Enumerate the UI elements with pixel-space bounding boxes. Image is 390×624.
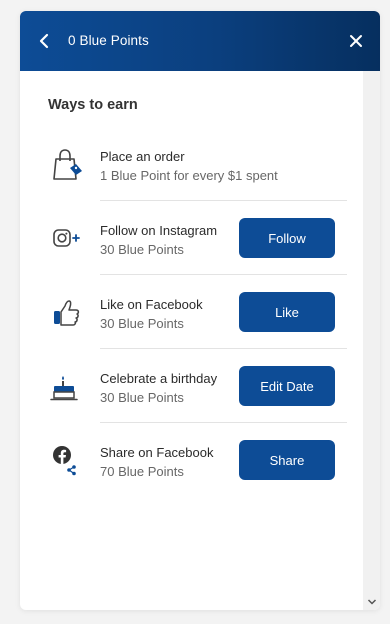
follow-button[interactable]: Follow — [239, 218, 335, 258]
thumbs-up-icon — [54, 300, 80, 326]
earn-points: 1 Blue Point for every $1 spent — [100, 168, 278, 183]
earn-row-facebook-like: Like on Facebook 30 Blue Points Like — [48, 275, 347, 349]
edit-date-button[interactable]: Edit Date — [239, 366, 335, 406]
earn-row-facebook-share: Share on Facebook 70 Blue Points Share — [48, 423, 347, 497]
section-title: Ways to earn — [48, 97, 138, 113]
earn-title: Like on Facebook — [100, 297, 203, 312]
share-button[interactable]: Share — [239, 440, 335, 480]
birthday-cake-icon — [50, 376, 78, 401]
points-balance-title: 0 Blue Points — [68, 33, 149, 48]
earn-title: Celebrate a birthday — [100, 371, 218, 386]
earn-title: Place an order — [100, 149, 185, 164]
earn-points: 70 Blue Points — [100, 464, 184, 479]
earn-points: 30 Blue Points — [100, 316, 184, 331]
ways-to-earn-panel: 0 Blue Points Ways to earn Place an orde… — [20, 11, 380, 610]
panel-content: Ways to earn Place an order 1 Blue Point… — [20, 71, 363, 610]
instagram-icon — [53, 229, 80, 247]
earn-row-birthday: Celebrate a birthday 30 Blue Points Edit… — [48, 349, 347, 423]
earn-points: 30 Blue Points — [100, 390, 184, 405]
shopping-bag-icon — [53, 149, 82, 180]
chevron-down-icon[interactable] — [367, 598, 377, 606]
close-icon[interactable] — [349, 34, 363, 48]
earn-title: Follow on Instagram — [100, 223, 218, 238]
like-button[interactable]: Like — [239, 292, 335, 332]
facebook-share-icon — [53, 446, 76, 476]
earn-title: Share on Facebook — [100, 445, 214, 460]
earn-points: 30 Blue Points — [100, 242, 184, 257]
earn-row-place-order: Place an order 1 Blue Point for every $1… — [48, 127, 347, 201]
earn-row-instagram: Follow on Instagram 30 Blue Points Follo… — [48, 201, 347, 275]
chevron-left-icon[interactable] — [37, 32, 51, 50]
panel-header: 0 Blue Points — [20, 11, 380, 71]
scrollbar[interactable] — [363, 71, 380, 610]
